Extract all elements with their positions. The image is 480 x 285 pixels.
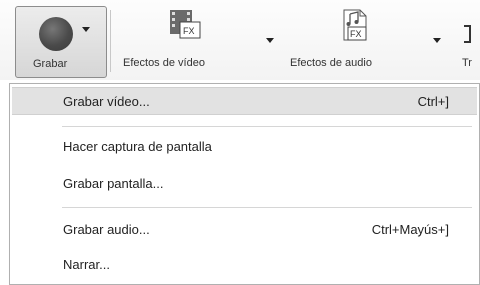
menu-separator (62, 126, 472, 127)
menu-item-label: Grabar vídeo... (63, 94, 150, 109)
ribbon-divider (110, 10, 111, 72)
menu-item-screenshot[interactable]: Hacer captura de pantalla (12, 133, 477, 161)
menu-item-shortcut: Ctrl+Mayús+] (371, 222, 449, 237)
record-dropdown-menu: Grabar vídeo... Ctrl+] Hacer captura de … (9, 83, 480, 285)
video-effects-button[interactable]: FX Efectos de vídeo (118, 6, 278, 78)
menu-item-label: Narrar... (63, 257, 110, 272)
video-effects-icon: FX (170, 10, 201, 39)
chevron-down-icon (82, 27, 90, 32)
menu-item-record-video[interactable]: Grabar vídeo... Ctrl+] (12, 87, 477, 115)
menu-item-record-audio[interactable]: Grabar audio... Ctrl+Mayús+] (12, 216, 477, 244)
record-icon (39, 17, 73, 51)
menu-item-record-screen[interactable]: Grabar pantalla... (12, 170, 477, 198)
partial-ribbon-button[interactable]: Tr (456, 6, 480, 78)
partial-button-label: Tr (462, 57, 472, 69)
chevron-down-icon (433, 38, 441, 43)
menu-item-shortcut: Ctrl+] (417, 94, 449, 109)
svg-text:FX: FX (350, 29, 362, 39)
video-effects-label: Efectos de vídeo (123, 57, 205, 69)
menu-item-label: Hacer captura de pantalla (63, 139, 212, 154)
record-button-label: Grabar (33, 58, 68, 70)
record-button[interactable]: Grabar (15, 6, 107, 78)
audio-effects-label: Efectos de audio (290, 57, 372, 69)
menu-item-narrate[interactable]: Narrar... (12, 251, 477, 279)
audio-effects-button[interactable]: FX Efectos de audio (288, 6, 448, 78)
chevron-down-icon (266, 38, 274, 43)
menu-item-label: Grabar pantalla... (63, 176, 164, 191)
ribbon-toolbar: Grabar FX Efectos de vídeo FX Efectos de… (0, 0, 480, 80)
audio-effects-icon: FX (343, 9, 367, 41)
menu-item-label: Grabar audio... (63, 222, 150, 237)
partial-icon (464, 25, 471, 43)
svg-text:FX: FX (183, 26, 195, 36)
menu-separator (62, 207, 472, 208)
